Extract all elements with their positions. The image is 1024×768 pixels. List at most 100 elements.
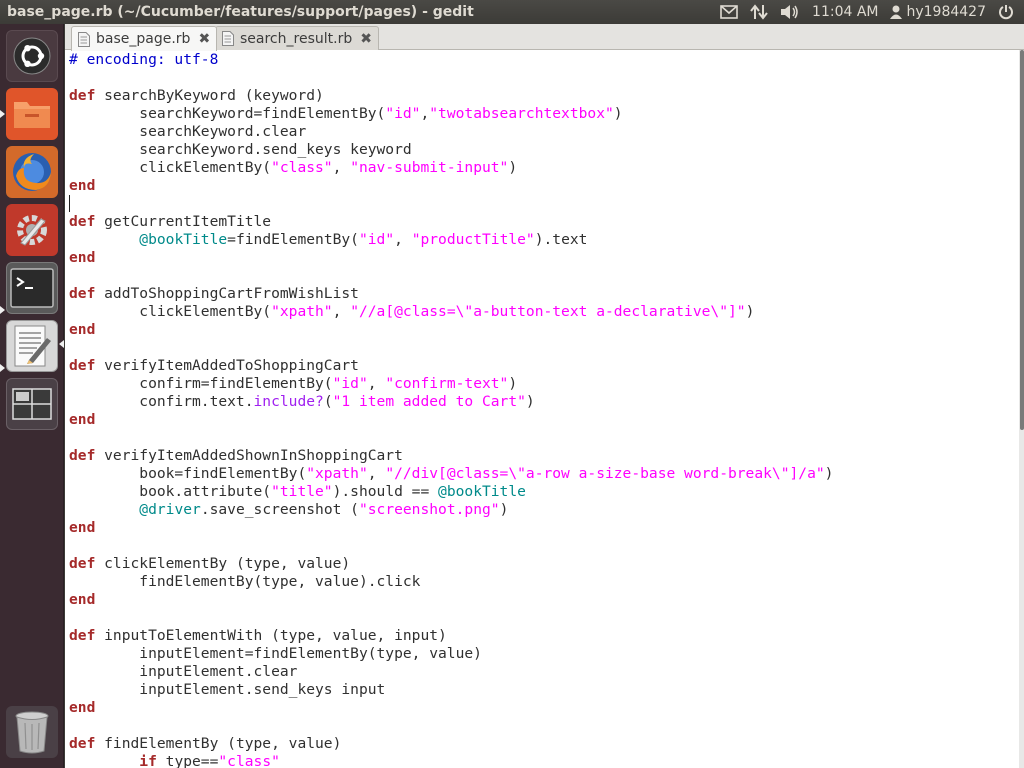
code-line: inputElement.send_keys input [69,681,833,699]
code-line: def verifyItemAddedToShoppingCart [69,357,833,375]
code-line: @bookTitle=findElementBy("id", "productT… [69,231,833,249]
code-token-text: , [394,231,412,248]
code-token-ivar: @bookTitle [438,483,526,500]
launcher-dash-home[interactable] [6,30,58,82]
code-token-text: confirm.text. [69,393,254,410]
code-token-keyword: def [69,735,96,752]
code-line: clickElementBy("class", "nav-submit-inpu… [69,159,833,177]
code-token-text: ( [323,393,333,410]
code-line: if type=="class" [69,753,833,768]
code-token-keyword: if [139,753,157,768]
code-token-text: ) [824,465,834,482]
text-editor-icon [14,325,51,367]
code-token-string: "class" [271,159,333,176]
code-token-text: ) [745,303,755,320]
code-token-text: clickElementBy (type, value) [95,555,351,572]
terminal-icon [10,268,54,308]
code-token-string: "class" [218,753,280,768]
code-token-text: ) [525,393,535,410]
code-token-keyword: end [69,519,96,536]
code-token-string: "twotabsearchtextbox" [429,105,614,122]
launcher-system-settings[interactable] [6,204,58,256]
code-token-string: "id" [332,375,368,392]
code-line: confirm=findElementBy("id", "confirm-tex… [69,375,833,393]
code-token-string: "nav-submit-input" [350,159,509,176]
code-token-string: "1 item added to Cart" [332,393,526,410]
code-token-ivar: @bookTitle [139,231,228,248]
code-token-text: ) [508,159,518,176]
code-line: confirm.text.include?("1 item added to C… [69,393,833,411]
code-token-text: inputElement=findElementBy(type, value) [69,645,482,662]
code-token-string: "productTitle" [411,231,535,248]
workspace-icon [12,388,52,420]
launcher-files[interactable] [6,88,58,140]
code-token-keyword: end [69,249,96,266]
code-token-keyword: end [69,699,96,716]
launcher-terminal[interactable] [6,262,58,314]
code-token-text: ).should == [332,483,439,500]
code-token-text: ).text [534,231,588,248]
user-menu[interactable]: hy1984427 [884,0,992,24]
window-title: base_page.rb (~/Cucumber/features/suppor… [7,4,474,20]
code-token-text: addToShoppingCartFromWishList [95,285,359,302]
code-token-text: inputElement.clear [69,663,298,680]
code-token-text: searchByKeyword (keyword) [95,87,324,104]
code-token-keyword: def [69,87,96,104]
code-token-string: "title" [271,483,333,500]
code-line: inputElement=findElementBy(type, value) [69,645,833,663]
code-token-text: , [420,105,430,122]
code-token-keyword: def [69,357,96,374]
code-line: def getCurrentItemTitle [69,213,833,231]
code-token-string: "id" [358,231,395,248]
tab-search-result[interactable]: search_result.rb ✖ [215,26,379,50]
mail-icon[interactable] [714,0,744,24]
network-transfer-icon[interactable] [744,0,774,24]
code-token-text: ) [613,105,623,122]
tab-base-page[interactable]: base_page.rb ✖ [71,26,218,51]
code-content: # encoding: utf-8 def searchByKeyword (k… [69,51,833,768]
code-token-text: confirm=findElementBy( [69,375,333,392]
scrollbar-thumb[interactable] [1020,50,1024,430]
code-line: end [69,699,833,717]
launcher-firefox[interactable] [6,146,58,198]
code-token-text: clickElementBy( [69,159,272,176]
indicator-area: 11:04 AM hy1984427 [714,0,1024,24]
gedit-window: base_page.rb ✖ search_result.rb ✖ # enco… [65,24,1024,768]
code-token-keyword: end [69,411,96,428]
code-line: book=findElementBy("xpath", "//div[@clas… [69,465,833,483]
code-token-text: ) [499,501,509,518]
code-token-string: "//div[@class=\"a-row a-size-base word-b… [385,465,825,482]
code-line: book.attribute("title").should == @bookT… [69,483,833,501]
code-line: # encoding: utf-8 [69,51,833,69]
code-token-string: "confirm-text" [385,375,509,392]
code-token-text: , [367,375,386,392]
code-token-text: getCurrentItemTitle [95,213,272,230]
launcher-trash[interactable] [6,706,58,758]
vertical-scrollbar[interactable] [1019,50,1024,768]
code-token-comment: # encoding: utf-8 [69,51,219,68]
code-editor[interactable]: # encoding: utf-8 def searchByKeyword (k… [65,50,1019,768]
code-line: end [69,321,833,339]
close-tab-icon[interactable]: ✖ [198,31,210,47]
code-line: searchKeyword.send_keys keyword [69,141,833,159]
code-token-text: searchKeyword.send_keys keyword [69,141,412,158]
code-token-ivar: @driver [139,501,201,518]
clock[interactable]: 11:04 AM [806,0,884,24]
volume-icon[interactable] [774,0,806,24]
folder-icon [14,102,50,128]
launcher-workspace-switcher[interactable] [6,378,58,430]
code-token-text: , [332,159,351,176]
code-token-text: inputToElementWith (type, value, input) [95,627,447,644]
launcher-gedit[interactable] [6,320,58,372]
code-token-text: inputElement.send_keys input [69,681,386,698]
code-token-keyword: def [69,447,96,464]
close-tab-icon[interactable]: ✖ [360,31,372,47]
power-icon[interactable] [992,0,1020,24]
